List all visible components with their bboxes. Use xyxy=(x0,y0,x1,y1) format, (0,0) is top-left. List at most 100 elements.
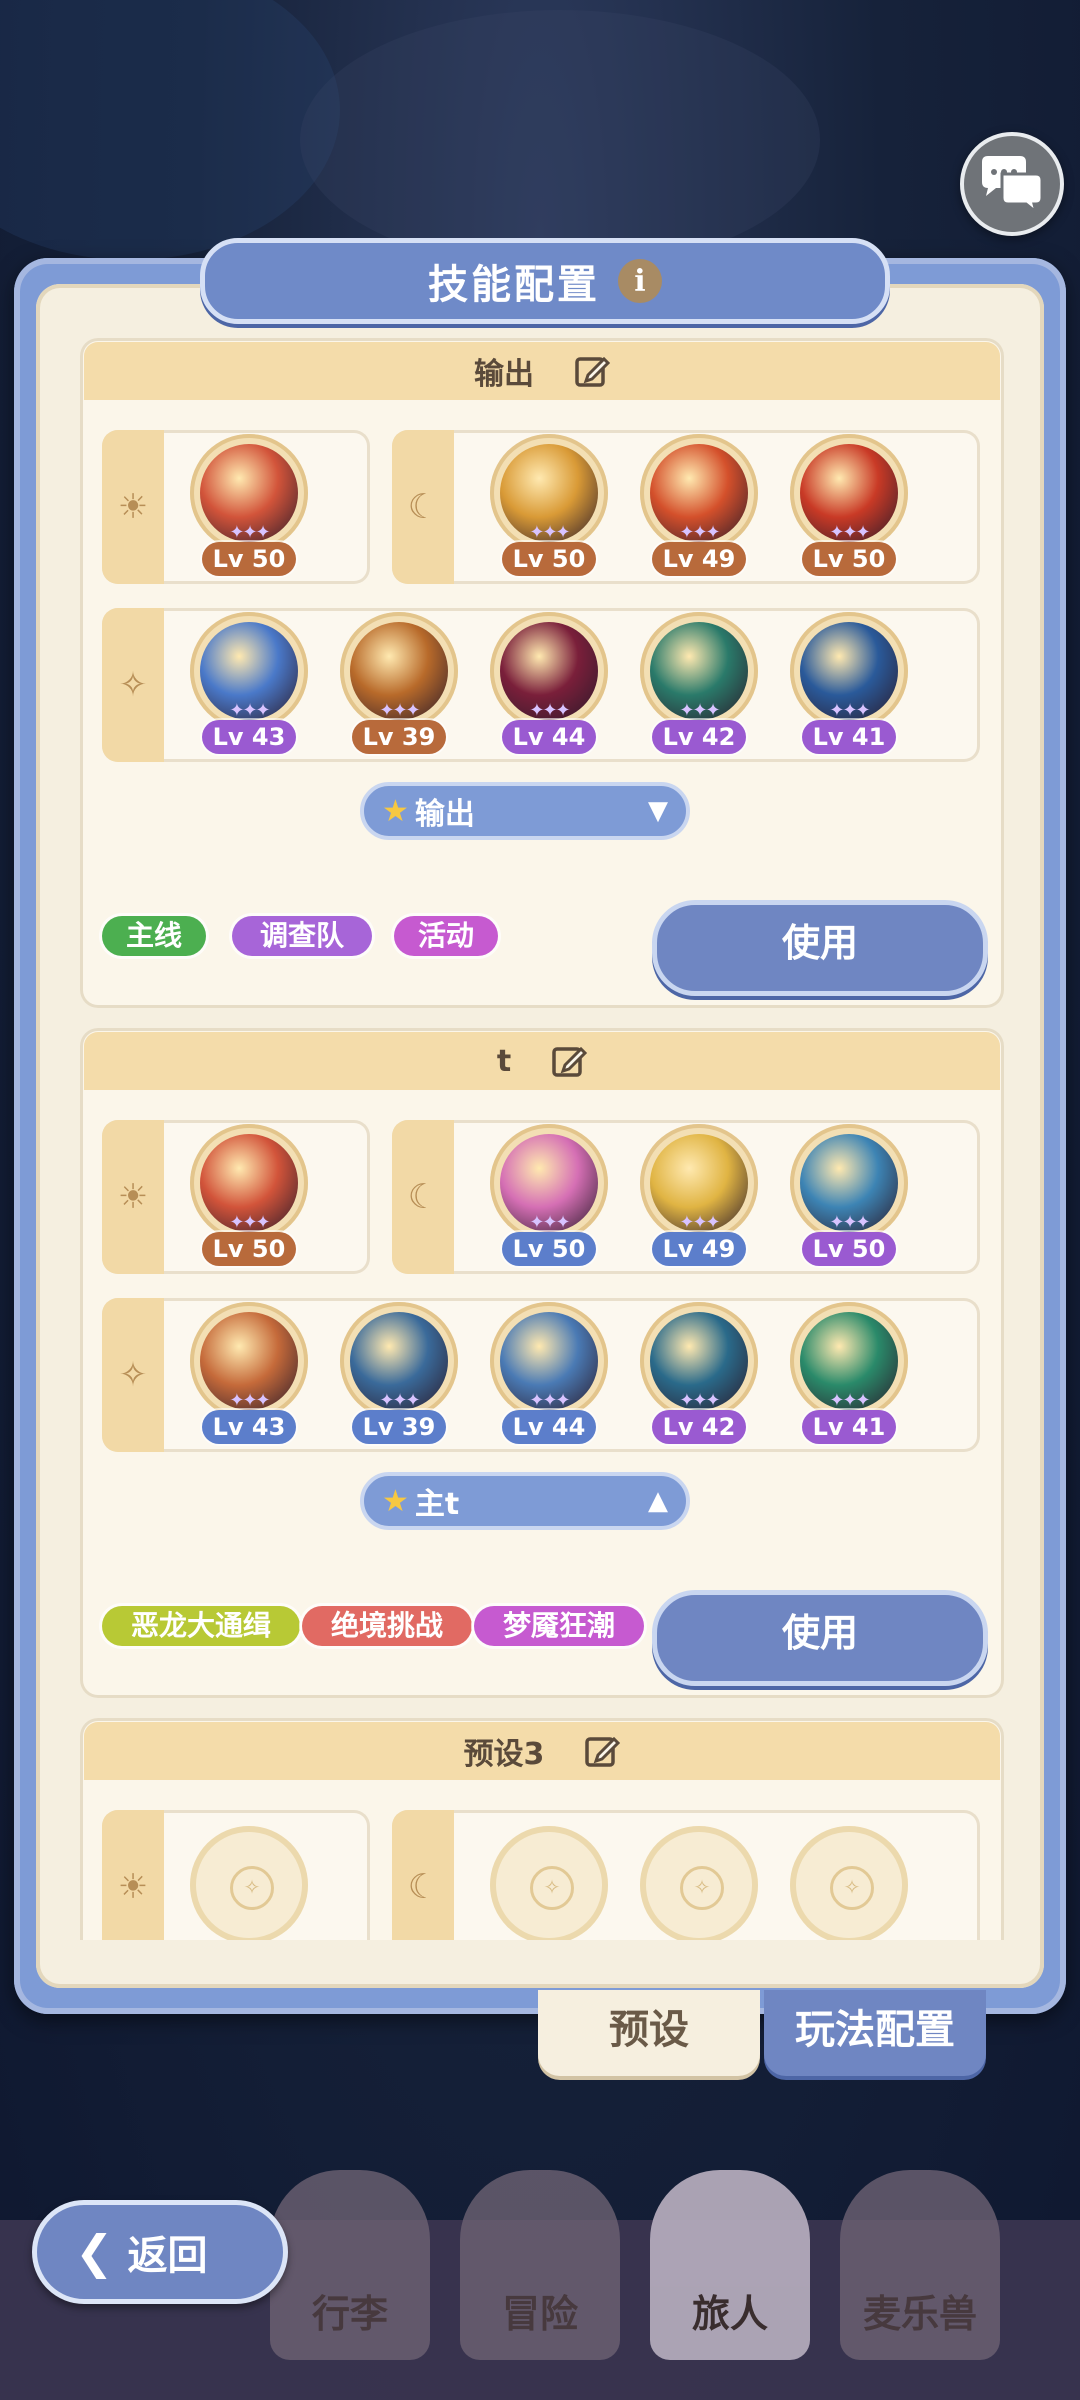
skill-level: Lv 39 xyxy=(352,1410,446,1444)
preset-name: 预设3 xyxy=(463,1737,545,1772)
moon-skill-3[interactable]: ✦✦✦ Lv 50 xyxy=(790,1124,908,1274)
star-skill-5[interactable]: ✦✦✦ Lv 41 xyxy=(790,1302,908,1452)
edit-icon[interactable] xyxy=(584,1733,621,1769)
nav-item-traveler[interactable]: 旅人 xyxy=(650,2170,810,2360)
chevron-down-icon: ▼ xyxy=(648,796,668,826)
preset-name: 输出 xyxy=(474,357,534,392)
skill-level: Lv 49 xyxy=(652,542,746,576)
sun-icon: ☀ xyxy=(102,430,164,584)
skill-level: Lv 43 xyxy=(202,1410,296,1444)
empty-skill-slot[interactable]: ✧ xyxy=(790,1826,908,1940)
moon-skill-1[interactable]: ✦✦✦ Lv 50 xyxy=(490,1124,608,1274)
rank-stars-icon: ✦✦✦ xyxy=(229,1390,270,1411)
chat-icon xyxy=(982,156,1044,214)
panel-title-banner: 技能配置 i xyxy=(200,238,890,324)
star-icon: ✧ xyxy=(102,608,164,762)
skill-level: Lv 50 xyxy=(802,542,896,576)
skill-level: Lv 44 xyxy=(502,1410,596,1444)
skill-level: Lv 50 xyxy=(502,542,596,576)
use-button[interactable]: 使用 xyxy=(652,1590,988,1686)
rank-stars-icon: ✦✦✦ xyxy=(229,522,270,543)
dropdown-value: 输出 xyxy=(414,797,475,832)
rank-stars-icon: ✦✦✦ xyxy=(679,700,720,721)
rank-stars-icon: ✦✦✦ xyxy=(679,522,720,543)
use-button[interactable]: 使用 xyxy=(652,900,988,996)
empty-skill-slot[interactable]: ✧ xyxy=(190,1826,308,1940)
back-label: 返回 xyxy=(127,2233,208,2279)
skill-level: Lv 41 xyxy=(802,720,896,754)
skill-level: Lv 50 xyxy=(202,1232,296,1266)
rank-stars-icon: ✦✦✦ xyxy=(529,1390,570,1411)
preset-card-3: 预设3 ☀ ☾ ✧ ✧ ✧ ✧ xyxy=(80,1718,1004,1940)
tag-event: 活动 xyxy=(394,916,498,956)
moon-skill-2[interactable]: ✦✦✦ Lv 49 xyxy=(640,1124,758,1274)
rank-stars-icon: ✦✦✦ xyxy=(829,1390,870,1411)
tag-dragon-wanted: 恶龙大通缉 xyxy=(102,1606,300,1646)
tag-mainline: 主线 xyxy=(102,916,206,956)
preset-name: t xyxy=(496,1043,512,1079)
sun-skill-1[interactable]: ✦✦✦ Lv 50 xyxy=(190,434,308,584)
preset-header: 预设3 xyxy=(84,1722,1000,1780)
skill-level: Lv 43 xyxy=(202,720,296,754)
moon-icon: ☾ xyxy=(392,1120,454,1274)
star-skill-1[interactable]: ✦✦✦ Lv 43 xyxy=(190,1302,308,1452)
preset-list[interactable]: 输出 ☀ ☾ ✧ ★ 输出 ▼ 主线 调查队 活动 使用 ✦✦✦ Lv 50 ✦✦✦… xyxy=(80,338,1004,1940)
rank-stars-icon: ✦✦✦ xyxy=(829,522,870,543)
moon-skill-1[interactable]: ✦✦✦ Lv 50 xyxy=(490,434,608,584)
skill-level: Lv 50 xyxy=(802,1232,896,1266)
moon-icon: ☾ xyxy=(392,1810,454,1940)
preset-dropdown[interactable]: ★ 输出 ▼ xyxy=(360,782,690,840)
nav-item-adventure[interactable]: 冒险 xyxy=(460,2170,620,2360)
panel-title: 技能配置 xyxy=(428,262,600,308)
tag-extreme-challenge: 绝境挑战 xyxy=(302,1606,472,1646)
rank-stars-icon: ✦✦✦ xyxy=(379,1390,420,1411)
star-skill-2[interactable]: ✦✦✦ Lv 39 xyxy=(340,612,458,762)
star-skill-1[interactable]: ✦✦✦ Lv 43 xyxy=(190,612,308,762)
star-icon: ✧ xyxy=(102,1298,164,1452)
skill-level: Lv 39 xyxy=(352,720,446,754)
empty-skill-slot[interactable]: ✧ xyxy=(490,1826,608,1940)
sun-icon: ☀ xyxy=(102,1120,164,1274)
preset-header: t xyxy=(84,1032,1000,1090)
chevron-left-icon: ❮ xyxy=(75,2225,114,2279)
info-icon[interactable]: i xyxy=(618,259,662,303)
empty-skill-slot[interactable]: ✧ xyxy=(640,1826,758,1940)
sun-icon: ☀ xyxy=(102,1810,164,1940)
rank-stars-icon: ✦✦✦ xyxy=(529,522,570,543)
rank-stars-icon: ✦✦✦ xyxy=(229,1212,270,1233)
edit-icon[interactable] xyxy=(574,353,610,389)
star-skill-3[interactable]: ✦✦✦ Lv 44 xyxy=(490,612,608,762)
star-skill-4[interactable]: ✦✦✦ Lv 42 xyxy=(640,1302,758,1452)
nav-item-mailebeast[interactable]: 麦乐兽 xyxy=(840,2170,1000,2360)
star-skill-2[interactable]: ✦✦✦ Lv 39 xyxy=(340,1302,458,1452)
plus-icon: ✧ xyxy=(680,1866,724,1910)
moon-icon: ☾ xyxy=(392,430,454,584)
rank-stars-icon: ✦✦✦ xyxy=(829,700,870,721)
rank-stars-icon: ✦✦✦ xyxy=(679,1390,720,1411)
preset-dropdown[interactable]: ★ 主t ▲ xyxy=(360,1472,690,1530)
rank-stars-icon: ✦✦✦ xyxy=(379,700,420,721)
back-button[interactable]: ❮ 返回 xyxy=(32,2200,288,2304)
chat-button[interactable] xyxy=(960,132,1064,236)
star-skill-3[interactable]: ✦✦✦ Lv 44 xyxy=(490,1302,608,1452)
rank-stars-icon: ✦✦✦ xyxy=(529,700,570,721)
favorite-star-icon: ★ xyxy=(382,1483,409,1519)
skill-level: Lv 44 xyxy=(502,720,596,754)
skill-level: Lv 50 xyxy=(502,1232,596,1266)
nav-item-luggage[interactable]: 行李 xyxy=(270,2170,430,2360)
skill-level: Lv 42 xyxy=(652,720,746,754)
star-skill-4[interactable]: ✦✦✦ Lv 42 xyxy=(640,612,758,762)
tab-play-config[interactable]: 玩法配置 xyxy=(764,1990,986,2076)
sun-skill-1[interactable]: ✦✦✦ Lv 50 xyxy=(190,1124,308,1274)
favorite-star-icon: ★ xyxy=(382,793,409,829)
tab-preset[interactable]: 预设 xyxy=(538,1990,760,2076)
edit-icon[interactable] xyxy=(551,1043,588,1079)
plus-icon: ✧ xyxy=(230,1866,274,1910)
rank-stars-icon: ✦✦✦ xyxy=(679,1212,720,1233)
moon-skill-2[interactable]: ✦✦✦ Lv 49 xyxy=(640,434,758,584)
moon-skill-3[interactable]: ✦✦✦ Lv 50 xyxy=(790,434,908,584)
preset-card-2: t ☀ ☾ ✧ ★ 主t ▲ 恶龙大通缉 绝境挑战 梦魇狂潮 使用 ✦✦✦ Lv … xyxy=(80,1028,1004,1698)
background-rock xyxy=(300,10,820,270)
star-skill-5[interactable]: ✦✦✦ Lv 41 xyxy=(790,612,908,762)
preset-header: 输出 xyxy=(84,342,1000,400)
